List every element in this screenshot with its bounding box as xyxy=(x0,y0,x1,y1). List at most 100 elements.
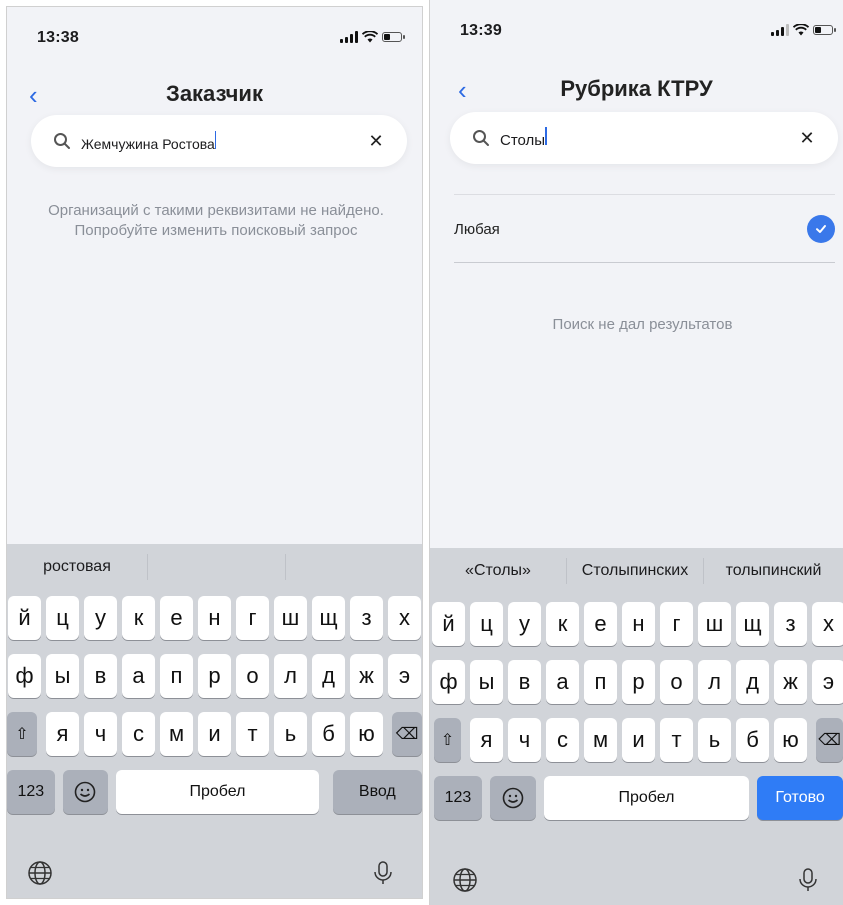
suggestion-item[interactable]: ростовая xyxy=(7,558,147,576)
done-button[interactable]: Готово xyxy=(757,776,843,820)
letter-key[interactable]: с xyxy=(122,712,155,756)
page-title: Заказчик xyxy=(166,81,263,106)
page-title: Рубрика КТРУ xyxy=(560,76,713,101)
globe-icon[interactable] xyxy=(27,860,53,886)
space-key[interactable]: Пробел xyxy=(116,770,319,814)
microphone-icon[interactable] xyxy=(370,860,396,886)
letter-key[interactable]: ф xyxy=(8,654,41,698)
letter-key[interactable]: я xyxy=(46,712,79,756)
letter-key[interactable]: ф xyxy=(432,660,465,704)
search-input[interactable]: Жемчужина Ростова xyxy=(81,136,215,152)
letter-key[interactable]: ю xyxy=(774,718,807,762)
letter-key[interactable]: г xyxy=(236,596,269,640)
suggestion-item[interactable]: толыпинский xyxy=(704,562,843,580)
letter-key[interactable]: ы xyxy=(46,654,79,698)
letter-key[interactable]: у xyxy=(508,602,541,646)
letter-key[interactable]: ц xyxy=(470,602,503,646)
letter-key[interactable]: ш xyxy=(274,596,307,640)
space-key[interactable]: Пробел xyxy=(543,776,750,820)
search-field[interactable]: Жемчужина Ростова ✕ xyxy=(31,115,407,167)
letter-key[interactable]: х xyxy=(812,602,843,646)
letter-key[interactable]: с xyxy=(546,718,579,762)
clear-icon[interactable]: ✕ xyxy=(365,130,387,152)
letter-key[interactable]: щ xyxy=(312,596,345,640)
letter-key[interactable]: к xyxy=(122,596,155,640)
letter-key[interactable]: ч xyxy=(84,712,117,756)
letter-key[interactable]: и xyxy=(198,712,231,756)
nav-bar: ‹ Заказчик xyxy=(7,77,422,117)
letter-key[interactable]: д xyxy=(312,654,345,698)
letter-key[interactable]: э xyxy=(388,654,421,698)
divider xyxy=(454,262,835,263)
letter-key[interactable]: л xyxy=(274,654,307,698)
letter-key[interactable]: ц xyxy=(46,596,79,640)
letter-key[interactable]: п xyxy=(584,660,617,704)
search-field[interactable]: Столы ✕ xyxy=(450,112,838,164)
letter-key[interactable]: п xyxy=(160,654,193,698)
letter-key[interactable]: г xyxy=(660,602,693,646)
letter-key[interactable]: з xyxy=(774,602,807,646)
letter-key[interactable]: ш xyxy=(698,602,731,646)
letter-key[interactable]: т xyxy=(236,712,269,756)
letter-key[interactable]: х xyxy=(388,596,421,640)
empty-results-message: Поиск не дал результатов xyxy=(552,316,733,333)
letter-key[interactable]: з xyxy=(350,596,383,640)
letter-key[interactable]: о xyxy=(660,660,693,704)
option-any[interactable]: Любая xyxy=(454,196,835,262)
clear-icon[interactable]: ✕ xyxy=(796,127,818,149)
letter-key[interactable]: й xyxy=(8,596,41,640)
suggestion-item[interactable]: Столыпинских xyxy=(567,562,703,580)
numbers-key[interactable]: 123 xyxy=(434,776,482,820)
backspace-key[interactable]: ⌫ xyxy=(392,712,422,756)
letter-key[interactable]: м xyxy=(584,718,617,762)
letter-key[interactable]: ь xyxy=(698,718,731,762)
letter-key[interactable]: н xyxy=(198,596,231,640)
signal-icon xyxy=(771,24,789,36)
letter-key[interactable]: а xyxy=(122,654,155,698)
letter-key[interactable]: д xyxy=(736,660,769,704)
letter-key[interactable]: э xyxy=(812,660,843,704)
numbers-key[interactable]: 123 xyxy=(7,770,55,814)
microphone-icon[interactable] xyxy=(795,867,821,893)
emoji-key[interactable] xyxy=(489,776,536,820)
letter-key[interactable]: у xyxy=(84,596,117,640)
letter-key[interactable]: ч xyxy=(508,718,541,762)
letter-key[interactable]: б xyxy=(736,718,769,762)
letter-key[interactable]: ь xyxy=(274,712,307,756)
backspace-key[interactable]: ⌫ xyxy=(816,718,843,762)
empty-results-message: Организаций с такими реквизитами не найд… xyxy=(48,202,384,239)
letter-key[interactable]: о xyxy=(236,654,269,698)
shift-key[interactable]: ⇧ xyxy=(434,718,461,762)
letter-key[interactable]: й xyxy=(432,602,465,646)
letter-key[interactable]: к xyxy=(546,602,579,646)
globe-icon[interactable] xyxy=(452,867,478,893)
letter-key[interactable]: и xyxy=(622,718,655,762)
screen-customer: 13:38 ‹ Заказчик Жемчужина Ростова ✕ Орг… xyxy=(6,6,423,899)
letter-key[interactable]: т xyxy=(660,718,693,762)
letter-key[interactable]: е xyxy=(160,596,193,640)
letter-key[interactable]: ю xyxy=(350,712,383,756)
letter-key[interactable]: л xyxy=(698,660,731,704)
letter-key[interactable]: ж xyxy=(774,660,807,704)
search-icon xyxy=(473,130,489,146)
letter-key[interactable]: я xyxy=(470,718,503,762)
letter-key[interactable]: щ xyxy=(736,602,769,646)
search-input[interactable]: Столы xyxy=(500,132,545,149)
letter-key[interactable]: е xyxy=(584,602,617,646)
letter-key[interactable]: в xyxy=(84,654,117,698)
letter-key[interactable]: в xyxy=(508,660,541,704)
search-icon xyxy=(54,133,70,149)
letter-key[interactable]: ы xyxy=(470,660,503,704)
letter-key[interactable]: м xyxy=(160,712,193,756)
shift-key[interactable]: ⇧ xyxy=(7,712,37,756)
letter-key[interactable]: а xyxy=(546,660,579,704)
suggestion-item[interactable]: «Столы» xyxy=(430,562,566,580)
letter-key[interactable]: р xyxy=(622,660,655,704)
letter-key[interactable]: н xyxy=(622,602,655,646)
divider xyxy=(454,194,835,195)
letter-key[interactable]: ж xyxy=(350,654,383,698)
letter-key[interactable]: р xyxy=(198,654,231,698)
return-key[interactable]: Ввод xyxy=(332,770,422,814)
letter-key[interactable]: б xyxy=(312,712,345,756)
emoji-key[interactable] xyxy=(62,770,109,814)
